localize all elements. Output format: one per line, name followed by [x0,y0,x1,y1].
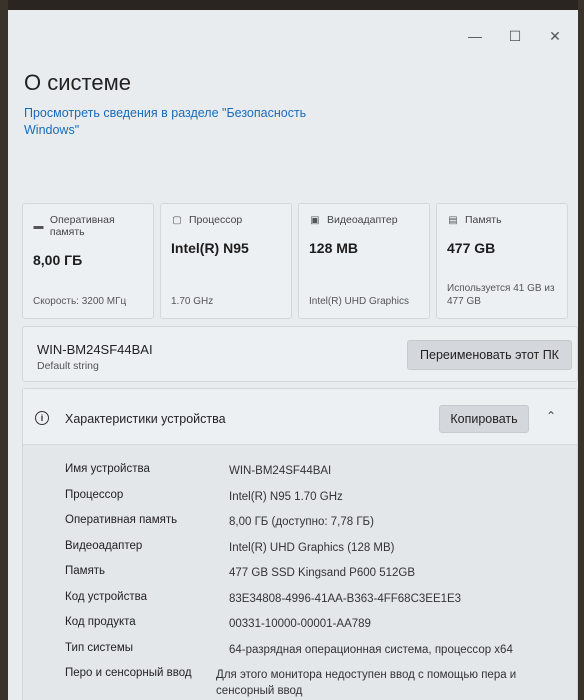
close-button[interactable]: ✕ [548,28,562,45]
summary-cards: ▬ Оперативная память 8,00 ГБ Скорость: 3200… [22,203,568,319]
copy-button[interactable]: Копировать [439,405,529,433]
device-specs-panel: i Характеристики устройства Копировать ⌃… [22,388,578,700]
spec-row: Тип системы 64-разрядная операционная сис… [65,642,575,668]
spec-row: Код устройства 83E34808-4996-41AA-B363-4F… [65,591,575,617]
card-detail: Скорость: 3200 МГц [33,296,127,307]
card-label: Память [465,214,502,226]
spec-key: Тип системы [65,641,133,654]
monitor-bezel-right [578,0,584,700]
summary-card: ▤ Память 477 GB Используется 41 GB из 477 G… [436,203,568,319]
spec-row: Видеоадаптер Intel(R) UHD Graphics (128 M… [65,540,575,566]
pc-subtitle: Default string [37,360,99,372]
summary-card: ▢ Процессор Intel(R) N95 1.70 GHz [160,203,292,319]
card-value: 477 GB [447,240,496,256]
spec-key: Код устройства [65,590,147,603]
card-header: ▤ Память [447,214,557,226]
monitor-bezel-left [0,0,8,700]
spec-key: Память [65,565,106,577]
card-value: Intel(R) N95 [171,240,249,256]
display-adapter-icon: ▣ [310,214,320,226]
spec-row: Перо и сенсорный ввод Для этого монитора … [65,667,575,700]
card-label: Видеоадаптер [327,214,398,226]
summary-card: ▬ Оперативная память 8,00 ГБ Скорость: 3200… [22,203,154,319]
spec-row: Имя устройства WIN-BM24SF44BAI [65,463,575,489]
spec-value: 83E34808-4996-41AA-B363-4FF68C3EE1E3 [229,592,462,605]
spec-key: Видеоадаптер [65,539,143,552]
chevron-up-icon[interactable]: ⌃ [546,409,556,423]
info-icon: i [35,411,49,425]
card-label: Оперативная память [49,214,115,238]
pc-name-row: WIN-BM24SF44BAI Default string Переимено… [22,326,578,382]
spec-value: 64-разрядная операционная система, проце… [229,643,513,656]
window-controls: — ☐ ✕ [468,28,562,45]
spec-row: Код продукта 00331-10000-00001-AA789 [65,616,575,642]
card-detail: Используется 41 GB из 477 GB [447,283,555,307]
processor-icon: ▢ [172,214,182,226]
card-header: ▢ Процессор [171,214,281,226]
spec-value: 477 GB SSD Kingsand P600 512GB [229,567,416,579]
card-value: 128 MB [309,240,359,256]
spec-table: Имя устройства WIN-BM24SF44BAI Процессор In… [65,463,575,700]
spec-row: Оперативная память 8,00 ГБ (доступно: 7,7… [65,514,575,540]
device-specs-title: Характеристики устройства [65,412,226,426]
spec-key: Оперативная память [65,514,178,526]
rename-pc-button[interactable]: Переименовать этот ПК [407,340,572,370]
card-label: Процессор [189,214,243,226]
maximize-button[interactable]: ☐ [508,28,522,45]
security-link[interactable]: Просмотреть сведения в разделе "Безопасн… [24,105,314,139]
summary-card: ▣ Видеоадаптер 128 MB Intel(R) UHD Graphics [298,203,430,319]
spec-value: 8,00 ГБ (доступно: 7,78 ГБ) [229,516,374,528]
storage-icon: ▤ [448,214,458,226]
spec-row: Процессор Intel(R) N95 1.70 GHz [65,489,575,515]
spec-value: Intel(R) UHD Graphics (128 MB) [229,541,395,554]
spec-value: Для этого монитора недоступен ввод с пом… [216,669,517,697]
spec-key: Имя устройства [65,463,150,475]
spec-key: Перо и сенсорный ввод [65,667,192,679]
card-header: ▬ Оперативная память [33,214,143,238]
settings-window: — ☐ ✕ О системе Просмотреть сведения в р… [8,10,578,700]
card-value: 8,00 ГБ [33,252,83,268]
monitor-bezel-top [0,0,584,10]
spec-value: 00331-10000-00001-AA789 [229,618,371,630]
card-detail: Intel(R) UHD Graphics [309,296,410,307]
page-title: О системе [24,70,131,95]
spec-value: Intel(R) N95 1.70 GHz [229,490,343,503]
spec-key: Процессор [65,488,124,501]
spec-value: WIN-BM24SF44BAI [229,465,332,477]
card-header: ▣ Видеоадаптер [309,214,419,226]
device-specs-header[interactable]: i Характеристики устройства Копировать ⌃ [23,389,577,445]
minimize-button[interactable]: — [468,28,482,45]
card-detail: 1.70 GHz [171,296,214,307]
spec-key: Код продукта [65,616,136,628]
pc-name: WIN-BM24SF44BAI [37,342,153,357]
memory-icon: ▬ [33,220,44,232]
spec-row: Память 477 GB SSD Kingsand P600 512GB [65,565,575,591]
